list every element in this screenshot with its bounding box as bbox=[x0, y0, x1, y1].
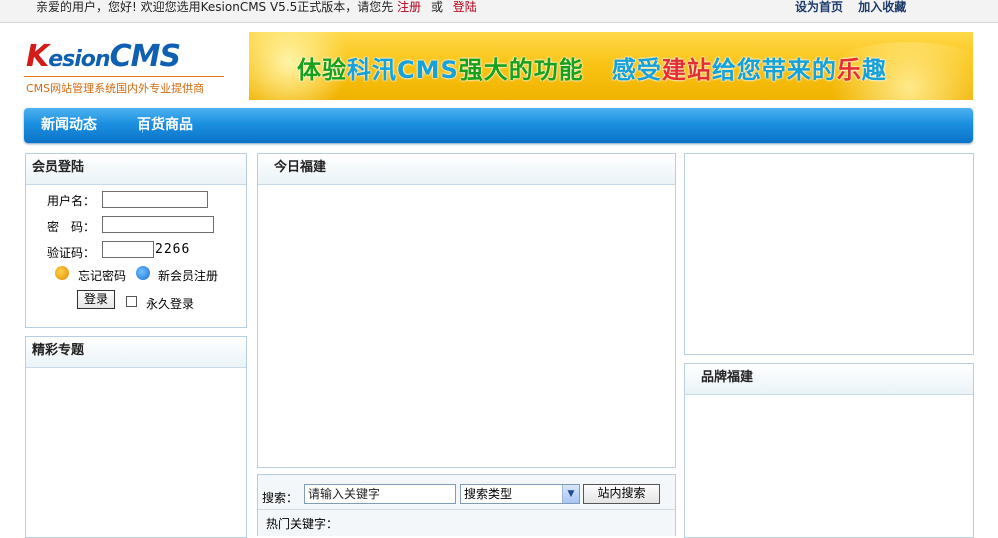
search-input[interactable]: 请输入关键字 bbox=[304, 484, 456, 504]
top-bar: 亲爱的用户，您好! 欢迎您选用KesionCMS V5.5正式版本，请您先 注册… bbox=[0, 0, 998, 23]
site-search-bar: 搜索： 请输入关键字 搜索类型 ▼ 站内搜索 热门关键字： bbox=[257, 474, 676, 536]
add-favorite-link[interactable]: 加入收藏 bbox=[858, 0, 906, 14]
right-ad-panel bbox=[684, 153, 974, 355]
member-login-panel: 会员登陆 用户名： 密 码： 验证码： 2266 忘记密码 新会员注册 登录 永… bbox=[25, 153, 247, 328]
today-fujian-panel: 今日福建 bbox=[257, 153, 676, 468]
password-label: 密 码： bbox=[47, 220, 96, 234]
register-link[interactable]: 新会员注册 bbox=[158, 267, 218, 284]
captcha-label: 验证码： bbox=[47, 246, 96, 260]
key-icon bbox=[55, 266, 69, 280]
site-search-button[interactable]: 站内搜索 bbox=[583, 484, 660, 504]
remember-label: 永久登录 bbox=[146, 297, 195, 311]
search-label: 搜索： bbox=[262, 491, 299, 505]
search-type-select[interactable]: 搜索类型 ▼ bbox=[460, 484, 580, 504]
brand-fujian-panel: 品牌福建 bbox=[684, 363, 974, 538]
hot-keywords-bar: 热门关键字： bbox=[258, 509, 675, 536]
set-homepage-link[interactable]: 设为首页 bbox=[795, 0, 843, 14]
search-type-value: 搜索类型 bbox=[464, 487, 513, 501]
featured-topics-panel: 精彩专题 bbox=[25, 336, 247, 538]
captcha-image[interactable]: 2266 bbox=[155, 242, 190, 257]
password-input[interactable] bbox=[102, 216, 214, 233]
logo-wordmark: KesionCMS bbox=[26, 39, 181, 74]
nav-item-news[interactable]: 新闻动态 bbox=[41, 108, 97, 142]
user-add-icon bbox=[136, 266, 150, 280]
username-label: 用户名： bbox=[47, 194, 96, 208]
chevron-down-icon[interactable]: ▼ bbox=[562, 485, 579, 503]
remember-checkbox[interactable] bbox=[126, 296, 137, 307]
nav-item-goods[interactable]: 百货商品 bbox=[137, 108, 193, 142]
or-text: 或 bbox=[430, 0, 443, 14]
forgot-password-link[interactable]: 忘记密码 bbox=[78, 267, 126, 284]
login-button[interactable]: 登录 bbox=[77, 290, 115, 309]
top-right-links: 设为首页 加入收藏 bbox=[795, 0, 917, 14]
brand-fujian-title: 品牌福建 bbox=[685, 364, 973, 395]
today-fujian-title: 今日福建 bbox=[258, 154, 675, 185]
logo-underline bbox=[24, 76, 224, 77]
captcha-input[interactable] bbox=[102, 241, 154, 258]
hot-keywords-label: 热门关键字： bbox=[266, 517, 339, 531]
banner-slogan: 体验科汛CMS强大的功能 感受建站给您带来的乐趣 bbox=[297, 56, 887, 84]
header-banner[interactable]: 体验科汛CMS强大的功能 感受建站给您带来的乐趣 bbox=[249, 32, 973, 100]
logo-tagline: CMS网站管理系统国内外专业提供商 bbox=[26, 82, 205, 95]
login-link[interactable]: 登陆 bbox=[453, 0, 477, 14]
register-link[interactable]: 注册 bbox=[397, 0, 421, 14]
welcome-message: 亲爱的用户，您好! 欢迎您选用KesionCMS V5.5正式版本，请您先 注册… bbox=[36, 0, 477, 14]
main-nav: 新闻动态 百货商品 bbox=[24, 108, 973, 143]
featured-topics-title: 精彩专题 bbox=[26, 337, 246, 368]
member-login-title: 会员登陆 bbox=[26, 154, 246, 185]
username-input[interactable] bbox=[102, 191, 208, 208]
site-logo[interactable]: KesionCMS CMS网站管理系统国内外专业提供商 bbox=[24, 36, 229, 98]
